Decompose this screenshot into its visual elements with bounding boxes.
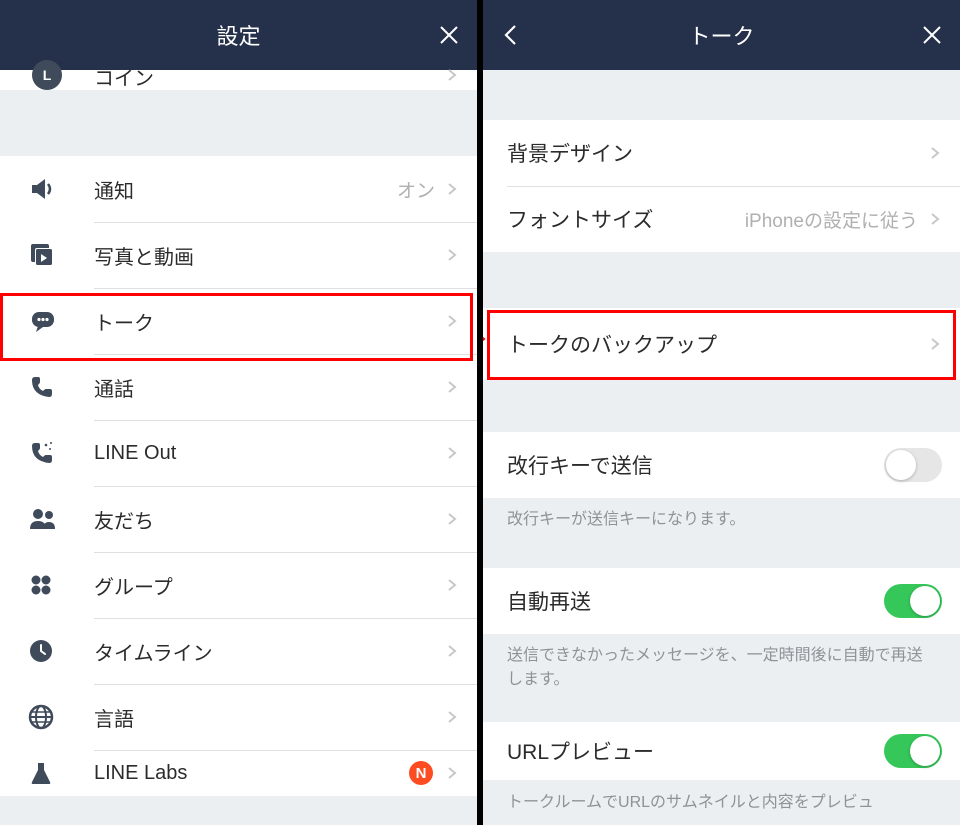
settings-list: 通知 オン 写真と動画 トーク 通話 LINE Out [0, 156, 477, 796]
talk-pane: トーク 背景デザイン フォントサイズ iPhoneの設定に従う トークのバックア… [480, 0, 960, 825]
settings-pane: 設定 L コイン 通知 オン 写真と動画 トーク [0, 0, 480, 825]
speaker-icon [28, 174, 58, 204]
row-font-size[interactable]: フォントサイズ iPhoneの設定に従う [483, 186, 960, 252]
close-icon[interactable] [437, 23, 461, 47]
toggle-url-preview[interactable] [884, 734, 942, 768]
note-auto-resend: 送信できなかったメッセージを、一定時間後に自動で再送します。 [483, 634, 960, 692]
chevron-right-icon [445, 68, 459, 82]
new-badge: N [409, 761, 433, 785]
talk-title: トーク [688, 19, 754, 51]
chat-icon [28, 306, 58, 336]
talk-header: トーク [483, 0, 960, 70]
row-notifications[interactable]: 通知 オン [0, 156, 477, 222]
friends-icon [28, 505, 58, 533]
chevron-right-icon [928, 146, 942, 160]
note-return-send: 改行キーが送信キーになります。 [483, 498, 960, 532]
phone-sparkle-icon [28, 439, 56, 467]
globe-icon [28, 704, 54, 730]
toggle-auto-resend[interactable] [884, 584, 942, 618]
coin-icon: L [32, 60, 62, 90]
chevron-right-icon [928, 212, 942, 226]
chevron-right-icon [445, 446, 459, 460]
chevron-right-icon [445, 380, 459, 394]
row-coin[interactable]: L コイン [0, 70, 477, 90]
chevron-right-icon [445, 644, 459, 658]
row-friends[interactable]: 友だち [0, 486, 477, 552]
settings-title: 設定 [216, 19, 260, 51]
clock-icon [28, 638, 54, 664]
row-language[interactable]: 言語 [0, 684, 477, 750]
chevron-right-icon [928, 337, 942, 351]
row-line-labs[interactable]: LINE Labs N [0, 750, 477, 796]
close-icon[interactable] [920, 23, 944, 47]
row-talk[interactable]: トーク [0, 288, 477, 354]
row-call[interactable]: 通話 [0, 354, 477, 420]
link-arrow [480, 338, 487, 340]
toggle-return-send[interactable] [884, 448, 942, 482]
note-url-preview: トークルームでURLのサムネイルと内容をプレビュ [483, 780, 960, 812]
chevron-right-icon [445, 766, 459, 780]
row-talk-backup[interactable]: トークのバックアップ [483, 308, 960, 380]
row-photo-video[interactable]: 写真と動画 [0, 222, 477, 288]
chevron-right-icon [445, 182, 459, 196]
row-background-design[interactable]: 背景デザイン [483, 120, 960, 186]
row-timeline[interactable]: タイムライン [0, 618, 477, 684]
chevron-right-icon [445, 512, 459, 526]
chevron-right-icon [445, 710, 459, 724]
row-group[interactable]: グループ [0, 552, 477, 618]
chevron-right-icon [445, 248, 459, 262]
row-return-send[interactable]: 改行キーで送信 [483, 432, 960, 498]
settings-header: 設定 [0, 0, 477, 70]
chevron-right-icon [445, 578, 459, 592]
row-line-out[interactable]: LINE Out [0, 420, 477, 486]
phone-icon [28, 373, 56, 401]
chevron-right-icon [445, 314, 459, 328]
row-url-preview[interactable]: URLプレビュー [483, 722, 960, 780]
group-icon [28, 572, 54, 598]
flask-icon [28, 760, 54, 786]
row-auto-resend[interactable]: 自動再送 [483, 568, 960, 634]
photo-icon [28, 241, 56, 269]
back-icon[interactable] [499, 23, 523, 47]
